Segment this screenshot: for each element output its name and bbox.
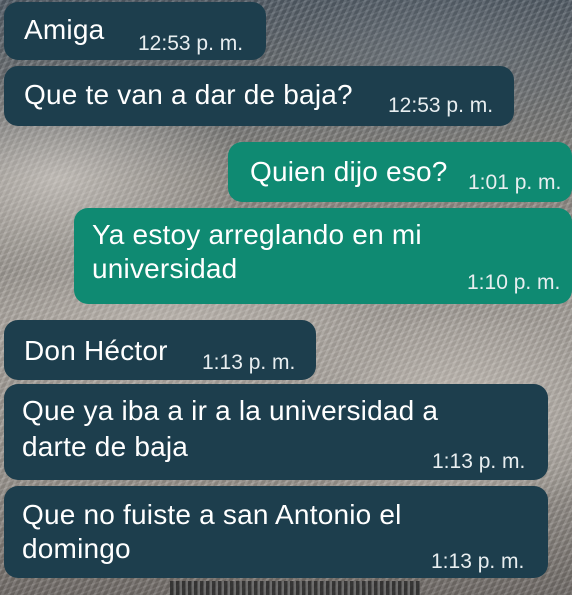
message-timestamp: 1:13 p. m. [202,351,296,374]
message-bubble-incoming[interactable]: Amiga 12:53 p. m. [4,2,266,60]
message-text: darte de baja [22,431,189,462]
message-bubble-outgoing[interactable]: Quien dijo eso? 1:01 p. m. [228,142,572,202]
message-text: Don Héctor [24,335,168,366]
message-bubble-outgoing[interactable]: Ya estoy arreglando en mi universidad 1:… [74,208,572,304]
message-text: Amiga [24,14,105,45]
message-text: Que ya iba a ir a la universidad a [22,395,439,426]
message-text: universidad [92,253,238,284]
message-bubble-incoming[interactable]: Que te van a dar de baja? 12:53 p. m. [4,66,514,126]
message-timestamp: 12:53 p. m. [138,32,244,55]
message-text: Que no fuiste a san Antonio el [22,499,402,530]
message-text: domingo [22,533,131,564]
message-bubble-incoming[interactable]: Que no fuiste a san Antonio el domingo 1… [4,486,548,578]
message-timestamp: 12:53 p. m. [388,94,494,117]
message-timestamp: 1:10 p. m. [467,271,561,294]
message-bubble-incoming[interactable]: Don Héctor 1:13 p. m. [4,320,316,380]
background-photo-detail [170,581,420,595]
message-timestamp: 1:01 p. m. [468,171,562,194]
message-timestamp: 1:13 p. m. [431,550,525,573]
message-text: Ya estoy arreglando en mi [92,219,422,250]
message-bubble-incoming[interactable]: Que ya iba a ir a la universidad a darte… [4,384,548,480]
message-timestamp: 1:13 p. m. [432,450,526,473]
message-text: Quien dijo eso? [250,156,448,187]
message-text: Que te van a dar de baja? [24,79,353,110]
